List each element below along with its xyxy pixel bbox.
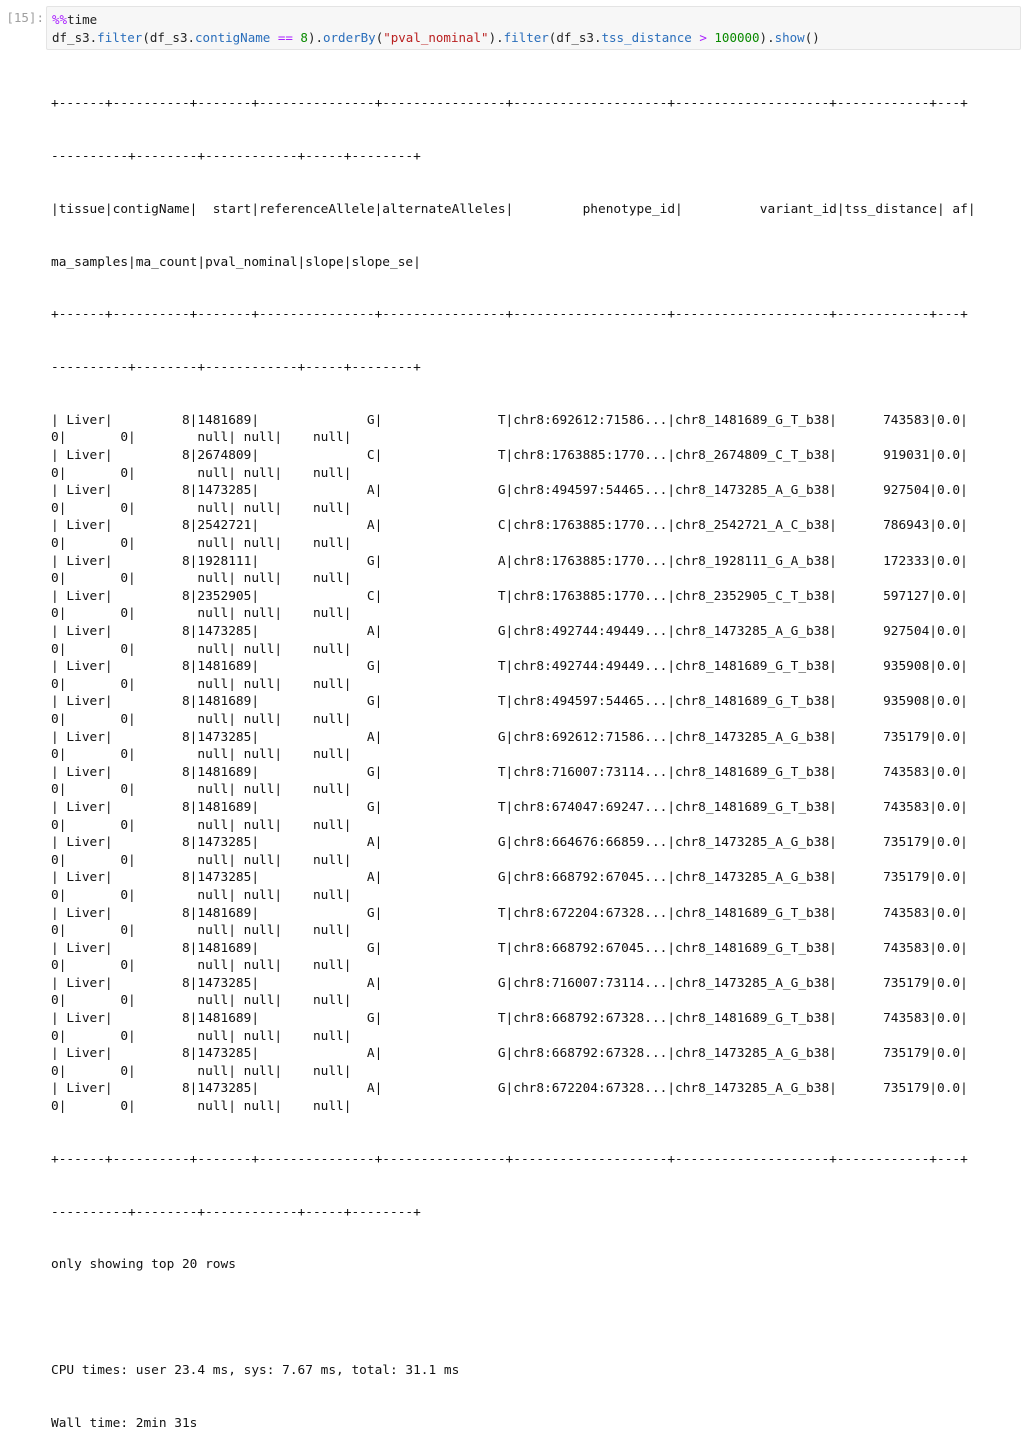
table-row: | Liver| 8|1481689| G| T|chr8:494597:544… [51, 694, 968, 710]
table-row: | Liver| 8|1481689| G| T|chr8:672204:673… [51, 905, 968, 921]
code-token: == [270, 29, 301, 45]
table-row: | Liver| 8|1481689| G| T|chr8:674047:692… [51, 799, 968, 815]
table-row-continued: 0| 0| null| null| null| [51, 993, 352, 1009]
rows-footer: only showing top 20 rows [51, 1257, 236, 1273]
code-token: ( [142, 29, 150, 45]
table-row: | Liver| 8|1473285| A| G|chr8:492744:494… [51, 624, 968, 639]
code-token: tss_distance [601, 29, 692, 45]
table-border-mid-continued: ----------+--------+------------+-----+-… [51, 360, 421, 376]
table-header-continued: ma_samples|ma_count|pval_nominal|slope|s… [51, 254, 421, 270]
table-row-continued: 0| 0| null| null| null| [51, 536, 352, 552]
table-header: |tissue|contigName| start|referenceAllel… [51, 201, 976, 217]
magic-name: time [67, 12, 98, 27]
table-row-continued: 0| 0| null| null| null| [51, 500, 352, 516]
table-border-bottom: +------+----------+-------+-------------… [51, 1151, 968, 1167]
code-token: 8 [300, 29, 308, 45]
code-line: df_s3.filter(df_s3.contigName == 8).orde… [52, 29, 820, 47]
table-row: | Liver| 8|1481689| G| T|chr8:716007:731… [51, 764, 968, 780]
table-row-continued: 0| 0| null| null| null| [51, 782, 352, 798]
table-row-continued: 0| 0| null| null| null| [51, 1063, 352, 1079]
table-row: | Liver| 8|2352905| C| T|chr8:1763885:17… [51, 588, 968, 604]
code-token: filter [97, 29, 143, 45]
magic-prefix: %% [52, 12, 68, 27]
code-token: df_s3 [52, 29, 90, 45]
magic-line: %%time [52, 11, 820, 29]
table-row-continued: 0| 0| null| null| null| [51, 430, 352, 446]
table-row: | Liver| 8|2542721| A| C|chr8:1763885:17… [51, 518, 968, 534]
table-border-top: +------+----------+-------+-------------… [51, 96, 968, 112]
table-row: | Liver| 8|2674809| C| T|chr8:1763885:17… [51, 448, 968, 464]
table-border-top-continued: ----------+--------+------------+-----+-… [51, 148, 421, 164]
table-row-continued: 0| 0| null| null| null| [51, 747, 352, 763]
table-row: | Liver| 8|1473285| A| G|chr8:668792:670… [51, 870, 968, 886]
code-token: "pval_nominal" [383, 29, 489, 45]
table-row: | Liver| 8|1473285| A| G|chr8:668792:673… [51, 1046, 968, 1062]
code-cell-input[interactable]: %%time df_s3.filter(df_s3.contigName == 8… [46, 6, 1021, 50]
table-row: | Liver| 8|1481689| G| T|chr8:692612:715… [51, 412, 968, 428]
table-row: | Liver| 8|1473285| A| G|chr8:716007:731… [51, 975, 968, 991]
table-row: | Liver| 8|1481689| G| T|chr8:492744:494… [51, 659, 968, 675]
code-token: 100000 [714, 29, 760, 45]
table-row: | Liver| 8|1928111| G| A|chr8:1763885:17… [51, 553, 968, 569]
table-row: | Liver| 8|1481689| G| T|chr8:668792:670… [51, 940, 968, 956]
table-row-continued: 0| 0| null| null| null| [51, 676, 352, 692]
wall-time: Wall time: 2min 31s [51, 1415, 198, 1431]
table-row-continued: 0| 0| null| null| null| [51, 852, 352, 868]
table-row-continued: 0| 0| null| null| null| [51, 465, 352, 481]
code-token: . [187, 29, 196, 45]
table-border-mid: +------+----------+-------+-------------… [51, 307, 968, 323]
table-row-continued: 0| 0| null| null| null| [51, 711, 352, 727]
table-row-continued: 0| 0| null| null| null| [51, 958, 352, 974]
cell-output: +------+----------+-------+-------------… [51, 60, 976, 1450]
table-row-continued: 0| 0| null| null| null| [51, 817, 352, 833]
table-rows: | Liver| 8|1481689| G| T|chr8:692612:715… [51, 412, 976, 1116]
code-token: ) [759, 29, 768, 45]
table-row-continued: 0| 0| null| null| null| [51, 1028, 352, 1044]
code-token: contigName [195, 29, 271, 45]
cell-prompt: [15]: [6, 10, 44, 25]
code-token: . [496, 29, 504, 45]
table-row: | Liver| 8|1473285| A| G|chr8:672204:673… [51, 1081, 968, 1097]
code-token: . [767, 29, 775, 45]
code-token: filter [503, 29, 549, 45]
code-token: () [804, 29, 820, 45]
code-token: ) [488, 29, 497, 45]
code-editor[interactable]: %%time df_s3.filter(df_s3.contigName == 8… [52, 11, 820, 46]
table-row: | Liver| 8|1481689| G| T|chr8:668792:673… [51, 1011, 968, 1027]
table-row-continued: 0| 0| null| null| null| [51, 887, 352, 903]
code-token: df_s3 [556, 29, 594, 45]
code-token: show [774, 29, 805, 45]
code-token: df_s3 [149, 29, 188, 45]
table-row-continued: 0| 0| null| null| null| [51, 571, 352, 587]
table-row: | Liver| 8|1473285| A| G|chr8:664676:668… [51, 835, 968, 851]
table-row-continued: 0| 0| null| null| null| [51, 1099, 352, 1115]
table-border-bottom-continued: ----------+--------+------------+-----+-… [51, 1204, 421, 1220]
code-token: > [691, 29, 715, 45]
code-token: . [593, 29, 602, 45]
table-row: | Liver| 8|1473285| A| G|chr8:692612:715… [51, 729, 968, 745]
code-token: . [315, 29, 323, 45]
code-token: orderBy [323, 29, 376, 45]
table-row: | Liver| 8|1473285| A| G|chr8:494597:544… [51, 483, 968, 499]
table-row-continued: 0| 0| null| null| null| [51, 641, 352, 657]
cpu-times: CPU times: user 23.4 ms, sys: 7.67 ms, t… [51, 1362, 460, 1378]
table-row-continued: 0| 0| null| null| null| [51, 606, 352, 622]
table-row-continued: 0| 0| null| null| null| [51, 923, 352, 939]
